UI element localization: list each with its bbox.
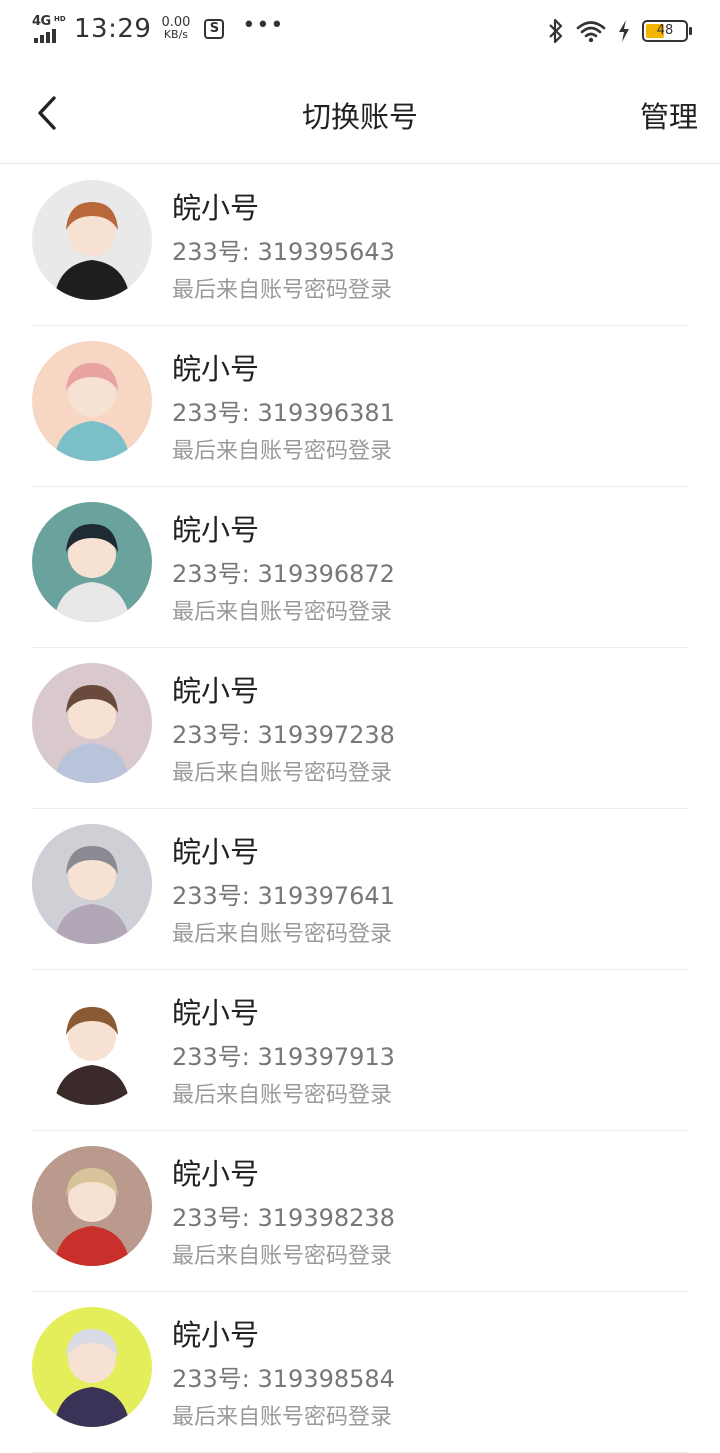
account-item[interactable]: 皖小号 233号: 319397238 最后来自账号密码登录: [0, 648, 720, 809]
account-login-method: 最后来自账号密码登录: [172, 922, 393, 947]
network-speed: 0.00 KB/s: [161, 16, 190, 41]
avatar: [32, 824, 152, 944]
account-item[interactable]: 皖小号 233号: 319396381 最后来自账号密码登录: [0, 326, 720, 487]
manage-button[interactable]: 管理: [640, 94, 698, 136]
battery-icon: 48: [642, 20, 692, 42]
battery-level: 48: [656, 23, 674, 38]
avatar: [32, 341, 152, 461]
avatar: [32, 1307, 152, 1427]
account-id: 233号: 319396381: [172, 399, 395, 427]
account-id: 233号: 319396872: [172, 560, 395, 588]
account-list: 皖小号 233号: 319395643 最后来自账号密码登录 皖小号 233号:…: [0, 165, 720, 1453]
status-right: 48: [548, 18, 692, 44]
avatar: [32, 985, 152, 1105]
account-id: 233号: 319397913: [172, 1043, 395, 1071]
account-id: 233号: 319398584: [172, 1365, 395, 1393]
charging-icon: [619, 20, 629, 42]
account-name: 皖小号: [172, 835, 260, 869]
account-login-method: 最后来自账号密码登录: [172, 278, 393, 303]
account-id: 233号: 319397238: [172, 721, 395, 749]
bluetooth-icon: [549, 18, 563, 44]
network-hd-badge: HD: [54, 15, 66, 23]
more-notifications-icon: •••: [242, 13, 285, 38]
status-bar: 4G HD 13:29 0.00 KB/s S ••• 48: [0, 0, 720, 64]
account-login-method: 最后来自账号密码登录: [172, 1083, 393, 1108]
network-speed-unit: KB/s: [163, 28, 189, 41]
account-login-method: 最后来自账号密码登录: [172, 1405, 393, 1430]
avatar: [32, 180, 152, 300]
status-time: 13:29: [74, 14, 152, 44]
status-left: 4G HD 13:29 0.00 KB/s S •••: [32, 14, 284, 44]
account-login-method: 最后来自账号密码登录: [172, 1244, 393, 1269]
account-name: 皖小号: [172, 1157, 260, 1191]
account-item[interactable]: 皖小号 233号: 319396872 最后来自账号密码登录: [0, 487, 720, 648]
account-item[interactable]: 皖小号 233号: 319395643 最后来自账号密码登录: [0, 165, 720, 326]
account-name: 皖小号: [172, 1318, 260, 1352]
account-id: 233号: 319395643: [172, 238, 395, 266]
account-login-method: 最后来自账号密码登录: [172, 761, 393, 786]
avatar: [32, 663, 152, 783]
account-id: 233号: 319398238: [172, 1204, 395, 1232]
avatar: [32, 1146, 152, 1266]
page-title: 切换账号: [301, 100, 418, 134]
account-name: 皖小号: [172, 513, 260, 547]
account-name: 皖小号: [172, 191, 260, 225]
account-item[interactable]: 皖小号 233号: 319398584 最后来自账号密码登录: [0, 1292, 720, 1453]
account-item[interactable]: 皖小号 233号: 319398238 最后来自账号密码登录: [0, 1131, 720, 1292]
account-name: 皖小号: [172, 352, 260, 386]
account-item[interactable]: 皖小号 233号: 319397641 最后来自账号密码登录: [0, 809, 720, 970]
account-login-method: 最后来自账号密码登录: [172, 600, 393, 625]
app-notification-icon: S: [204, 19, 225, 39]
wifi-icon: [576, 21, 606, 43]
account-name: 皖小号: [172, 996, 260, 1030]
account-item[interactable]: 皖小号 233号: 319397913 最后来自账号密码登录: [0, 970, 720, 1131]
top-nav-bar: 切换账号 管理: [0, 64, 720, 164]
avatar: [32, 502, 152, 622]
account-login-method: 最后来自账号密码登录: [172, 439, 393, 464]
signal-icon: 4G HD: [32, 14, 66, 44]
account-name: 皖小号: [172, 674, 260, 708]
account-id: 233号: 319397641: [172, 882, 395, 910]
network-type: 4G: [32, 14, 51, 29]
